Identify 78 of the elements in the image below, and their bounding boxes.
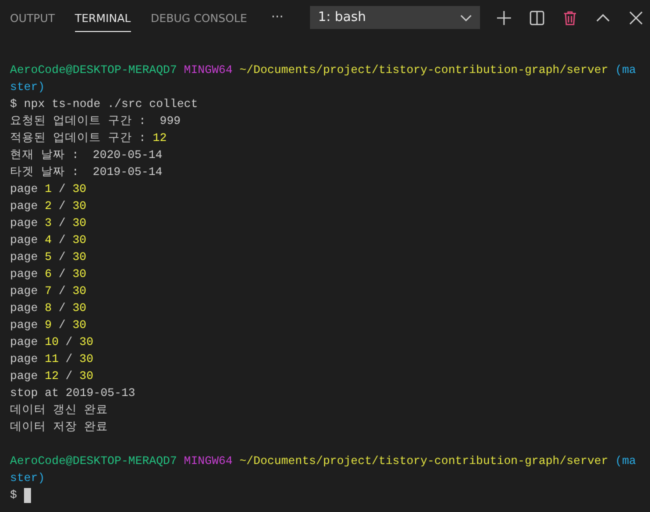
terminal-text: / [58,301,66,317]
terminal-text: $ npx ts-node ./src collect [10,97,198,113]
terminal-text: page [10,216,38,232]
terminal-text: 30 [72,284,86,300]
panel-tab[interactable]: DEBUG CONSOLE [150,3,248,32]
plus-icon[interactable] [496,10,512,26]
terminal-text: 30 [72,182,86,198]
terminal-text: 데이터 저장 완료 [10,420,108,436]
terminal-text: page [10,369,38,385]
terminal-text: / [66,352,73,368]
terminal-text: 요청된 업데이트 구간 : 999 [10,114,181,130]
terminal-text: 7 [44,284,52,300]
terminal-text: (ma [615,454,636,470]
terminal-text: MINGW64 [184,454,233,470]
terminal-text: 12 [152,131,167,147]
terminal-text: ~/Documents/project/tistory-contribution-graph/server [239,454,608,470]
panel-tab[interactable]: OUTPUT [10,3,55,32]
terminal-text: 30 [79,369,94,385]
terminal-text: 30 [72,250,86,266]
terminal-text: 30 [72,233,86,249]
terminal-text: 30 [79,335,94,351]
terminal-text: / [58,182,66,198]
terminal-text: ster) [10,471,45,487]
terminal-text: / [58,318,66,334]
terminal-text: page [10,250,38,266]
terminal-text: 8 [44,301,52,317]
terminal-text: 현재 날짜 : 2020-05-14 [10,148,162,164]
terminal-text: 30 [72,301,86,317]
terminal-text: / [58,233,66,249]
more-button[interactable]: ··· [267,10,288,25]
terminal-text: 9 [44,318,52,334]
terminal-text: (ma [615,63,636,79]
terminal-text: 2 [44,199,52,215]
terminal-text: / [66,369,73,385]
terminal-text: 1 [44,182,52,198]
terminal-text: AeroCode@DESKTOP-MERAQD7 [10,454,177,470]
terminal-text: 11 [44,352,59,368]
terminal-text: / [58,284,66,300]
terminal-text: page [10,199,38,215]
terminal-text: MINGW64 [184,63,233,79]
terminal-text: / [58,267,66,283]
terminal-text: page [10,335,38,351]
terminal-text: page [10,233,38,249]
terminal-text: 10 [44,335,59,351]
terminal-text: 적용된 업데이트 구간 : [10,131,146,147]
terminal-text: 3 [44,216,52,232]
terminal-text: page [10,182,38,198]
terminal-text: 12 [44,369,59,385]
terminal-text: $ [10,488,17,504]
terminal-text: ~/Documents/project/tistory-contribution-graph/server [239,63,608,79]
terminal-text: 30 [72,199,86,215]
terminal-text: 4 [44,233,52,249]
terminal-text: page [10,284,38,300]
terminal-text: stop at 2019-05-13 [10,386,136,402]
terminal-text: 30 [72,267,86,283]
panel-tab[interactable]: TERMINAL [74,3,131,32]
terminal-text: 30 [79,352,94,368]
terminal-text: AeroCode@DESKTOP-MERAQD7 [10,63,177,79]
terminal-select[interactable]: 1: bash [310,6,480,29]
terminal-text: 30 [72,216,86,232]
terminal-text: / [58,199,66,215]
close-icon[interactable] [628,10,644,26]
terminal-text: page [10,301,38,317]
terminal-text: page [10,267,38,283]
terminal-text: 6 [44,267,52,283]
terminal-text: 5 [44,250,52,266]
terminal-text: / [66,335,73,351]
split-icon[interactable] [529,10,545,26]
trash-icon[interactable] [562,10,578,26]
chevron-down-icon [460,14,472,22]
terminal-text: 타겟 날짜 : 2019-05-14 [10,165,162,181]
terminal-text: page [10,318,38,334]
terminal-text: ster) [10,80,45,96]
terminal-text: 데이터 갱신 완료 [10,403,108,419]
terminal-text: 30 [72,318,86,334]
terminal-text: page [10,352,38,368]
terminal-text: / [58,216,66,232]
terminal-text: / [58,250,66,266]
